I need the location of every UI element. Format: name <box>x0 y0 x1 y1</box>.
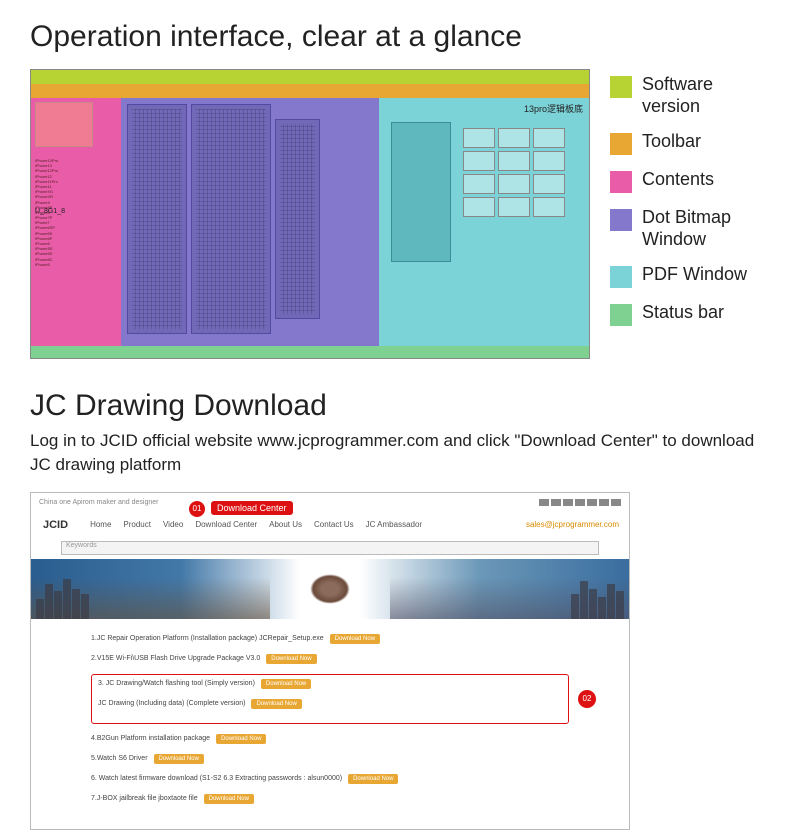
legend-label: Status bar <box>642 302 724 324</box>
download-button[interactable]: Download Now <box>216 734 266 744</box>
download-button[interactable]: Download Now <box>330 634 380 644</box>
section2-title: JC Drawing Download <box>30 389 770 423</box>
section2-subtitle: Log in to JCID official website www.jcpr… <box>30 429 770 477</box>
callout-02: 02 <box>578 690 596 708</box>
nav-link[interactable]: About Us <box>269 520 302 529</box>
download-row: 1.JC Repair Operation Platform (Installa… <box>91 634 569 644</box>
highlighted-downloads: 023. JC Drawing/Watch flashing tool (Sim… <box>91 674 569 724</box>
legend-label: PDF Window <box>642 264 747 286</box>
legend-item: Status bar <box>610 302 770 326</box>
search-row: Keywords <box>31 537 629 559</box>
flag-icon[interactable] <box>575 499 585 506</box>
download-row: JC Drawing (Including data) (Complete ve… <box>98 699 562 709</box>
download-button[interactable]: Download Now <box>266 654 316 664</box>
nav-link[interactable]: Home <box>90 520 111 529</box>
download-button[interactable]: Download Now <box>348 774 398 784</box>
flag-icon[interactable] <box>587 499 597 506</box>
legend-item: Dot Bitmap Window <box>610 207 770 250</box>
download-row: 6. Watch latest firmware download (S1-S2… <box>91 774 569 784</box>
download-text: 1.JC Repair Operation Platform (Installa… <box>91 635 324 642</box>
section1-body: iPhone13ProiPhone13iPhone12ProiPhone12iP… <box>30 69 770 359</box>
download-row: 5.Watch S6 Driver Download Now <box>91 754 569 764</box>
flag-icon[interactable] <box>563 499 573 506</box>
status-bar <box>31 346 589 358</box>
download-text: 4.B2Gun Platform installation package <box>91 735 210 742</box>
download-button[interactable]: Download Now <box>204 794 254 804</box>
download-text: 5.Watch S6 Driver <box>91 755 148 762</box>
download-text: JC Drawing (Including data) (Complete ve… <box>98 700 245 707</box>
callout-download-center: Download Center <box>211 501 293 515</box>
download-row: 7.J-BOX jailbreak file jboxtaote file Dow… <box>91 794 569 804</box>
flag-icon[interactable] <box>539 499 549 506</box>
flag-icon[interactable] <box>599 499 609 506</box>
pdf-label: 13pro逻辑板底 <box>524 102 583 115</box>
legend-item: Toolbar <box>610 131 770 155</box>
legend: Software version Toolbar Contents Dot Bitma… <box>610 69 770 359</box>
download-button[interactable]: Download Now <box>154 754 204 764</box>
legend-swatch <box>610 304 632 326</box>
legend-swatch <box>610 209 632 231</box>
download-row: 3. JC Drawing/Watch flashing tool (Simpl… <box>98 679 562 689</box>
toolbar[interactable] <box>31 84 589 98</box>
nav-link[interactable]: JC Ambassador <box>366 520 422 529</box>
legend-label: Software version <box>642 74 770 117</box>
app-window: iPhone13ProiPhone13iPhone12ProiPhone12iP… <box>30 69 590 359</box>
download-text: 2.V15E Wi-Fi\USB Flash Drive Upgrade Pac… <box>91 655 260 662</box>
website-tagline: China one Apirom maker and designer <box>39 499 158 506</box>
download-text: 7.J-BOX jailbreak file jboxtaote file <box>91 795 198 802</box>
download-list: 1.JC Repair Operation Platform (Installa… <box>31 619 629 829</box>
pcb-view-2[interactable] <box>191 104 271 334</box>
tree-box <box>35 102 93 147</box>
tree-label: U_8G1_8 <box>35 208 65 215</box>
website-screenshot: China one Apirom maker and designer Down… <box>30 492 630 830</box>
website-topbar: China one Apirom maker and designer <box>31 493 629 513</box>
contact-email[interactable]: sales@jcprogrammer.com <box>526 520 619 529</box>
flag-icon[interactable] <box>611 499 621 506</box>
download-row: 4.B2Gun Platform installation package Dow… <box>91 734 569 744</box>
pdf-window[interactable]: 13pro逻辑板底 <box>379 98 589 346</box>
nav-link[interactable]: Video <box>163 520 183 529</box>
software-version-bar <box>31 70 589 84</box>
download-text: 6. Watch latest firmware download (S1-S2… <box>91 775 342 782</box>
legend-item: Contents <box>610 169 770 193</box>
website-nav: Download Center JCID HomeProductVideoDow… <box>31 513 629 537</box>
section1-title: Operation interface, clear at a glance <box>30 20 770 54</box>
pcb-view-1[interactable] <box>127 104 187 334</box>
search-input[interactable]: Keywords <box>61 541 599 555</box>
pdf-board <box>391 122 451 262</box>
language-flags[interactable] <box>539 499 621 506</box>
legend-swatch <box>610 133 632 155</box>
pcb-view-3[interactable] <box>275 119 320 319</box>
handshake-image <box>305 569 355 609</box>
nav-link[interactable]: Download Center <box>195 520 257 529</box>
download-button[interactable]: Download Now <box>261 679 311 689</box>
legend-swatch <box>610 171 632 193</box>
download-row: 2.V15E Wi-Fi\USB Flash Drive Upgrade Pac… <box>91 654 569 664</box>
flag-icon[interactable] <box>551 499 561 506</box>
hero-banner <box>31 559 629 619</box>
pdf-blocks <box>463 128 583 217</box>
download-text: 3. JC Drawing/Watch flashing tool (Simpl… <box>98 680 255 687</box>
nav-link[interactable]: Contact Us <box>314 520 354 529</box>
legend-label: Dot Bitmap Window <box>642 207 770 250</box>
dot-bitmap-window[interactable] <box>121 98 379 346</box>
legend-label: Toolbar <box>642 131 701 153</box>
download-button[interactable]: Download Now <box>251 699 301 709</box>
main-area: iPhone13ProiPhone13iPhone12ProiPhone12iP… <box>31 98 589 346</box>
legend-swatch <box>610 266 632 288</box>
brand-logo[interactable]: JCID <box>43 519 68 531</box>
nav-link[interactable]: Product <box>123 520 151 529</box>
contents-sidebar[interactable]: iPhone13ProiPhone13iPhone12ProiPhone12iP… <box>31 98 121 346</box>
legend-swatch <box>610 76 632 98</box>
legend-item: Software version <box>610 74 770 117</box>
legend-item: PDF Window <box>610 264 770 288</box>
legend-label: Contents <box>642 169 714 191</box>
